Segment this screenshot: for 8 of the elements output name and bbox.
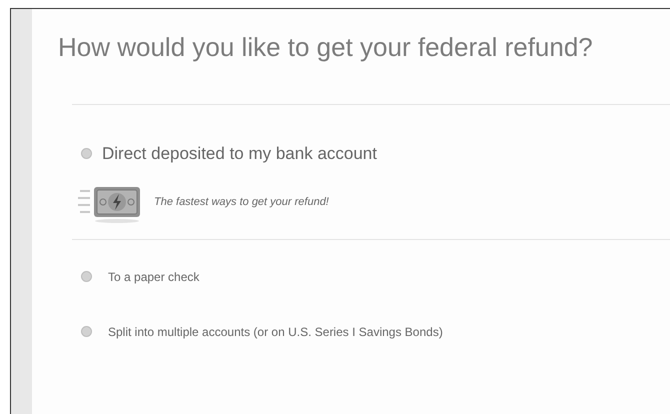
radio-button[interactable]: [81, 148, 92, 160]
option-label[interactable]: To a paper check: [108, 268, 200, 286]
option-label[interactable]: Direct deposited to my bank account: [102, 141, 377, 166]
page-title: How would you like to get your federal refund?: [57, 31, 594, 63]
promo-text: The fastest ways to get your refund!: [154, 195, 329, 210]
option-label[interactable]: Split into multiple accounts (or on U.S. Series I Savings Bonds): [108, 322, 443, 340]
radio-button[interactable]: [81, 326, 92, 337]
radio-button[interactable]: [81, 271, 92, 282]
